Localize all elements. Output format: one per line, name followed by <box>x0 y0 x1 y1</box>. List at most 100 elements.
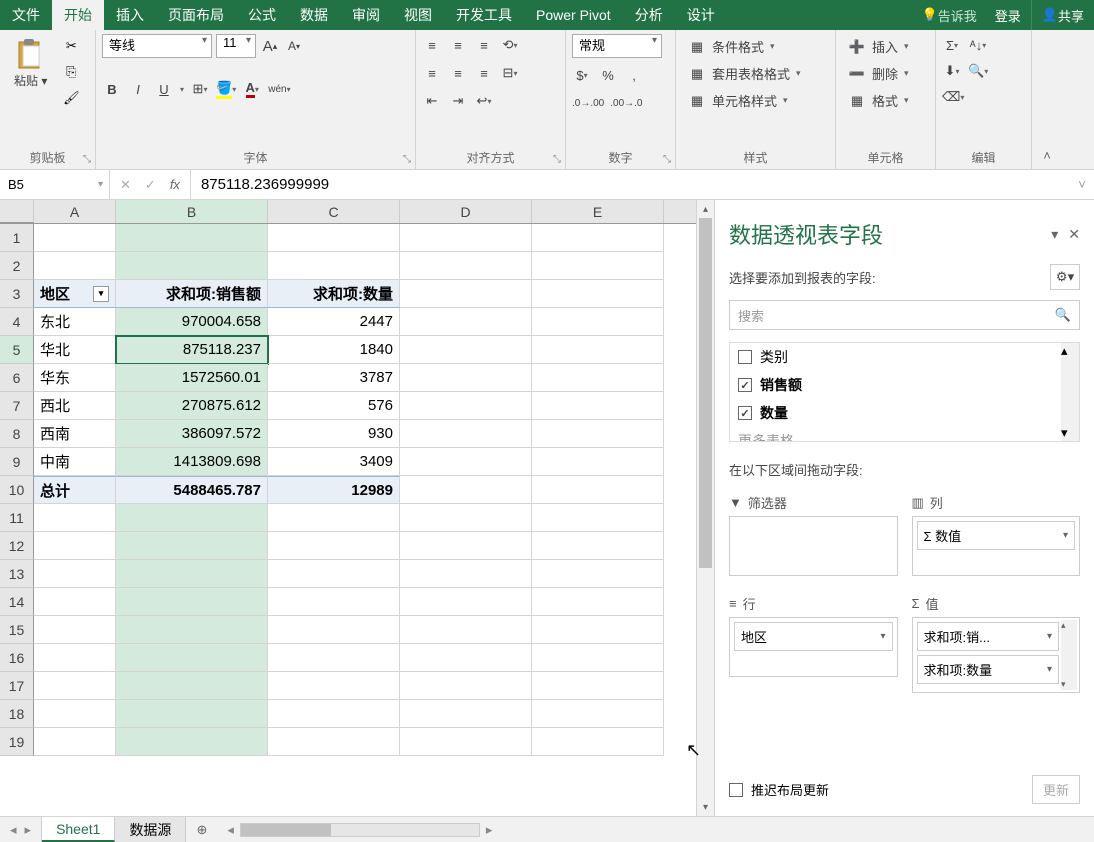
cell-E5[interactable] <box>532 336 664 364</box>
row-header-19[interactable]: 19 <box>0 728 34 756</box>
cell-qty-4[interactable]: 2447 <box>268 308 400 336</box>
cell-C18[interactable] <box>268 700 400 728</box>
cell-C19[interactable] <box>268 728 400 756</box>
clear-button[interactable]: ⌫ <box>942 86 964 108</box>
values-scrollbar[interactable]: ▴▾ <box>1061 620 1077 690</box>
cell-B13[interactable] <box>116 560 268 588</box>
horizontal-scrollbar[interactable]: ◂ ▸ <box>217 817 1094 842</box>
cell-E14[interactable] <box>532 588 664 616</box>
number-format-select[interactable]: 常规 <box>572 34 662 58</box>
cell-C2[interactable] <box>268 252 400 280</box>
zone-rows[interactable]: 地区▾ <box>729 617 898 677</box>
cell-D9[interactable] <box>400 448 532 476</box>
row-header-5[interactable]: 5 <box>0 336 34 364</box>
sort-filter-button[interactable]: ᴬ↓ <box>968 34 988 56</box>
align-center-button[interactable]: ≡ <box>448 62 468 84</box>
row-header-9[interactable]: 9 <box>0 448 34 476</box>
font-size-select[interactable]: 11 <box>216 34 256 58</box>
font-name-select[interactable]: 等线 <box>102 34 212 58</box>
align-top-button[interactable]: ≡ <box>422 34 442 56</box>
checkbox-checked[interactable]: ✓ <box>738 406 752 420</box>
scroll-up-button[interactable]: ▴ <box>697 200 714 218</box>
cell-C1[interactable] <box>268 224 400 252</box>
cell-sales-7[interactable]: 270875.612 <box>116 392 268 420</box>
cell-E13[interactable] <box>532 560 664 588</box>
decrease-indent-button[interactable]: ⇤ <box>422 90 442 112</box>
cell-B16[interactable] <box>116 644 268 672</box>
cell-D1[interactable] <box>400 224 532 252</box>
cell-sales-8[interactable]: 386097.572 <box>116 420 268 448</box>
cell-region-6[interactable]: 华东 <box>34 364 116 392</box>
cell-A17[interactable] <box>34 672 116 700</box>
cell-E17[interactable] <box>532 672 664 700</box>
row-header-10[interactable]: 10 <box>0 476 34 504</box>
tab-data[interactable]: 数据 <box>288 0 340 30</box>
font-color-button[interactable]: A <box>242 78 262 100</box>
cell-D13[interactable] <box>400 560 532 588</box>
zone-values[interactable]: 求和项:销...▾ 求和项:数量▾ ▴▾ <box>912 617 1081 693</box>
scroll-down-button[interactable]: ▾ <box>697 798 714 816</box>
tab-formulas[interactable]: 公式 <box>236 0 288 30</box>
cell-A2[interactable] <box>34 252 116 280</box>
cell-E4[interactable] <box>532 308 664 336</box>
italic-button[interactable]: I <box>128 78 148 100</box>
cell-C17[interactable] <box>268 672 400 700</box>
cell-C13[interactable] <box>268 560 400 588</box>
row-header-2[interactable]: 2 <box>0 252 34 280</box>
cell-E11[interactable] <box>532 504 664 532</box>
cell-E1[interactable] <box>532 224 664 252</box>
update-button[interactable]: 更新 <box>1032 775 1080 804</box>
cell-E7[interactable] <box>532 392 664 420</box>
cell-B11[interactable] <box>116 504 268 532</box>
cell-E2[interactable] <box>532 252 664 280</box>
cell-C14[interactable] <box>268 588 400 616</box>
zone-columns[interactable]: Σ 数值▾ <box>912 516 1081 576</box>
cell-region-7[interactable]: 西北 <box>34 392 116 420</box>
cell-B2[interactable] <box>116 252 268 280</box>
scroll-thumb[interactable] <box>699 218 712 568</box>
tab-pivot[interactable]: Power Pivot <box>524 0 623 30</box>
cell-E15[interactable] <box>532 616 664 644</box>
cell-D2[interactable] <box>400 252 532 280</box>
cell-D8[interactable] <box>400 420 532 448</box>
tab-insert[interactable]: 插入 <box>104 0 156 30</box>
fill-button[interactable]: ⬇ <box>942 60 962 82</box>
tab-home[interactable]: 开始 <box>52 0 104 30</box>
cell-C15[interactable] <box>268 616 400 644</box>
row-header-1[interactable]: 1 <box>0 224 34 252</box>
cell-E9[interactable] <box>532 448 664 476</box>
pane-close-button[interactable]: ✕ <box>1068 226 1080 243</box>
col-header-A[interactable]: A <box>34 200 116 223</box>
defer-checkbox[interactable] <box>729 783 743 797</box>
cell-D15[interactable] <box>400 616 532 644</box>
cell-B1[interactable] <box>116 224 268 252</box>
row-header-14[interactable]: 14 <box>0 588 34 616</box>
cell-D6[interactable] <box>400 364 532 392</box>
sheet-tab-data[interactable]: 数据源 <box>115 817 186 842</box>
pane-options-button[interactable]: ▾ <box>1051 226 1058 243</box>
insert-cells-button[interactable]: ➕插入▾ <box>842 34 915 59</box>
pivot-header-region[interactable]: 地区▾ <box>34 280 116 308</box>
field-item-qty[interactable]: ✓数量 <box>730 399 1079 427</box>
cell-D14[interactable] <box>400 588 532 616</box>
row-header-6[interactable]: 6 <box>0 364 34 392</box>
cell-B18[interactable] <box>116 700 268 728</box>
cell-A18[interactable] <box>34 700 116 728</box>
cell-qty-7[interactable]: 576 <box>268 392 400 420</box>
cell-D5[interactable] <box>400 336 532 364</box>
row-header-3[interactable]: 3 <box>0 280 34 308</box>
row-header-18[interactable]: 18 <box>0 700 34 728</box>
decrease-font-button[interactable]: A▾ <box>284 35 304 57</box>
wrap-button[interactable]: ↩ <box>474 90 494 112</box>
row-header-17[interactable]: 17 <box>0 672 34 700</box>
cell-qty-6[interactable]: 3787 <box>268 364 400 392</box>
chip-region[interactable]: 地区▾ <box>734 622 893 651</box>
accept-formula-button[interactable]: ✓ <box>145 177 156 193</box>
cell-A11[interactable] <box>34 504 116 532</box>
collapse-ribbon-button[interactable]: ˄ <box>1032 30 1062 169</box>
cell-A19[interactable] <box>34 728 116 756</box>
tell-me[interactable]: 💡 告诉我 <box>914 0 985 30</box>
comma-button[interactable]: , <box>624 64 644 86</box>
cell-region-5[interactable]: 华北 <box>34 336 116 364</box>
cell-B15[interactable] <box>116 616 268 644</box>
